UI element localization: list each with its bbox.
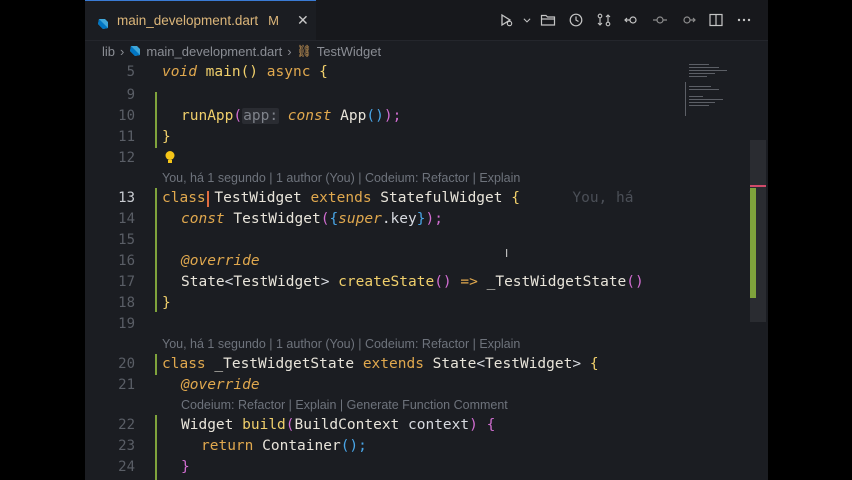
code-line: 15 — [85, 230, 768, 251]
code-line: 16 @override — [85, 251, 768, 272]
split-editor-icon[interactable] — [702, 6, 730, 34]
line-number: 19 — [118, 316, 135, 332]
code-text[interactable]: @override — [181, 251, 260, 272]
code-text[interactable]: Widget build(BuildContext context) { — [181, 415, 495, 436]
line-number: 20 — [118, 356, 135, 372]
tab-filename: main_development.dart — [117, 13, 259, 28]
line-number: 5 — [126, 64, 135, 80]
breadcrumb-folder[interactable]: lib — [102, 44, 115, 59]
code-text[interactable]: State<TestWidget> createState() => _Test… — [181, 272, 644, 293]
code-text[interactable]: class TestWidget extends StatefulWidget … — [162, 188, 633, 209]
minimap[interactable] — [685, 62, 755, 122]
codelens[interactable]: You, há 1 segundo | 1 author (You) | Cod… — [162, 334, 520, 355]
editor-window: main_development.dart M ✕ lib › main_dev… — [85, 0, 768, 480]
history-icon[interactable] — [562, 6, 590, 34]
code-line: 14 const TestWidget({super.key}); — [85, 209, 768, 230]
code-line: 19 — [85, 314, 768, 335]
code-text[interactable]: } — [181, 457, 190, 478]
code-line: 12 — [85, 148, 768, 169]
line-number: 15 — [118, 232, 135, 248]
vertical-scrollbar[interactable] — [750, 140, 766, 322]
line-number: 13 — [118, 190, 135, 206]
text-cursor — [207, 191, 209, 207]
line-number: 16 — [118, 253, 135, 269]
breadcrumb-symbol[interactable]: TestWidget — [317, 44, 381, 59]
breadcrumb-separator: › — [287, 43, 292, 59]
code-text[interactable]: void main() async { — [162, 62, 328, 83]
close-icon[interactable]: ✕ — [297, 13, 309, 29]
code-text[interactable]: runApp(app: const App()); — [181, 106, 401, 127]
open-folder-icon[interactable] — [534, 6, 562, 34]
line-number: 10 — [118, 108, 135, 124]
code-line: 21 @override — [85, 375, 768, 396]
code-line: 18 } — [85, 293, 768, 314]
chevron-down-icon[interactable] — [520, 6, 534, 34]
tab-modified-indicator: M — [268, 13, 279, 28]
breadcrumb-separator: › — [120, 43, 125, 59]
lightbulb-icon[interactable] — [164, 150, 176, 169]
compare-changes-icon[interactable] — [590, 6, 618, 34]
breadcrumb-file[interactable]: main_development.dart — [146, 44, 282, 59]
code-text[interactable]: return Container(); — [201, 436, 367, 457]
toggle-icon[interactable] — [646, 6, 674, 34]
line-number: 17 — [118, 274, 135, 290]
line-number: 18 — [118, 295, 135, 311]
code-text[interactable]: const TestWidget({super.key}); — [181, 209, 443, 230]
go-back-icon[interactable] — [618, 6, 646, 34]
more-actions-icon[interactable] — [730, 6, 758, 34]
code-text[interactable]: class _TestWidgetState extends State<Tes… — [162, 354, 599, 375]
code-line: 17 State<TestWidget> createState() => _T… — [85, 272, 768, 293]
code-line: 5 void main() async { — [85, 62, 768, 83]
breadcrumb: lib › main_development.dart › ⛓ TestWidg… — [85, 41, 768, 61]
codelens[interactable]: You, há 1 segundo | 1 author (You) | Cod… — [162, 168, 520, 189]
class-symbol-icon: ⛓ — [296, 44, 312, 58]
line-number: 24 — [118, 459, 135, 475]
code-line: 10 runApp(app: const App()); — [85, 106, 768, 127]
code-text[interactable]: } — [162, 127, 171, 148]
line-number: 9 — [126, 87, 135, 103]
codelens[interactable]: Codeium: Refactor | Explain | Generate F… — [181, 395, 508, 416]
dart-icon — [129, 45, 141, 57]
line-number: 12 — [118, 150, 135, 166]
code-text[interactable]: } — [162, 293, 171, 314]
mouse-cursor: I — [505, 247, 509, 260]
code-line: 20 class _TestWidgetState extends State<… — [85, 354, 768, 375]
code-line: 24 } — [85, 457, 768, 478]
line-number: 11 — [118, 129, 135, 145]
line-number: 23 — [118, 438, 135, 454]
dart-icon — [97, 15, 109, 29]
tab-main-development[interactable]: main_development.dart M ✕ — [85, 0, 316, 40]
line-number: 21 — [118, 377, 135, 393]
run-debug-icon[interactable] — [492, 6, 520, 34]
code-line: 22 Widget build(BuildContext context) { — [85, 415, 768, 436]
line-number: 22 — [118, 417, 135, 433]
code-area[interactable]: 5 void main() async { 9 10 runApp(app: c… — [85, 62, 768, 480]
tab-bar: main_development.dart M ✕ — [85, 0, 768, 41]
code-line: 11 } — [85, 127, 768, 148]
code-line: 9 — [85, 85, 768, 106]
code-line: 13 class TestWidget extends StatefulWidg… — [85, 188, 768, 209]
code-line: 23 return Container(); — [85, 436, 768, 457]
editor-toolbar — [492, 0, 758, 40]
code-text[interactable]: @override — [181, 375, 260, 396]
go-forward-icon[interactable] — [674, 6, 702, 34]
line-number: 14 — [118, 211, 135, 227]
